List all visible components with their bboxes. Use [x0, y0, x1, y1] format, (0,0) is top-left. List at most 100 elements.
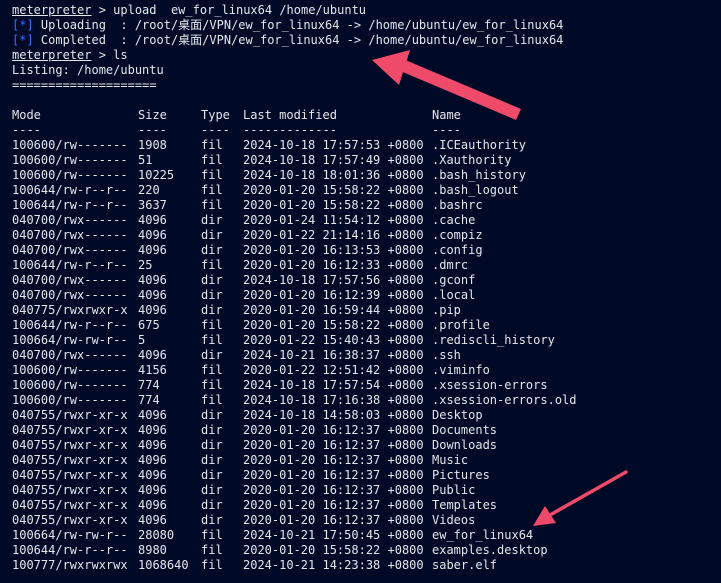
cell-modified: 2020-01-20 16:13:53 +0800 [243, 243, 424, 257]
table-row: 040755/rwxr-xr-x 4096 dir 2020-01-20 16:12:… [12, 453, 717, 468]
cell-type: fil [201, 558, 223, 572]
cell-size: 4096 [138, 243, 167, 257]
cell-mode: 040755/rwxr-xr-x [12, 498, 128, 512]
cell-size: 4096 [138, 228, 167, 242]
header-mode: Mode [12, 108, 41, 122]
listing-title: Listing: /home/ubuntu [12, 63, 164, 77]
cell-size: 1068640 [138, 558, 189, 572]
cell-modified: 2020-01-20 15:58:22 +0800 [243, 198, 424, 212]
cell-type: dir [201, 483, 223, 497]
cell-modified: 2020-01-20 15:58:22 +0800 [243, 543, 424, 557]
cell-type: fil [201, 363, 223, 377]
cell-mode: 040775/rwxrwxr-x [12, 303, 128, 317]
cell-mode: 100600/rw------- [12, 378, 128, 392]
table-row: 040775/rwxrwxr-x 4096 dir 2020-01-20 16:59:… [12, 303, 717, 318]
cell-type: fil [201, 183, 223, 197]
cell-type: fil [201, 258, 223, 272]
dashes-type: ---- [201, 123, 230, 137]
cell-mode: 100644/rw-r--r-- [12, 318, 128, 332]
cell-modified: 2024-10-21 16:38:37 +0800 [243, 348, 424, 362]
cell-mode: 100644/rw-r--r-- [12, 258, 128, 272]
cell-modified: 2020-01-20 16:12:37 +0800 [243, 498, 424, 512]
cell-size: 25 [138, 258, 153, 272]
cell-size: 5 [138, 333, 146, 347]
ls-command-line: meterpreter > ls [12, 48, 717, 63]
cell-size: 4096 [138, 423, 167, 437]
cell-type: dir [201, 513, 223, 527]
cell-mode: 100644/rw-r--r-- [12, 183, 128, 197]
cell-mode: 040700/rwx------ [12, 243, 128, 257]
table-row: 040700/rwx------ 4096 dir 2020-01-20 16:13:… [12, 243, 717, 258]
table-row: 040755/rwxr-xr-x 4096 dir 2020-01-20 16:12:… [12, 438, 717, 453]
cell-mode: 100664/rw-rw-r-- [12, 333, 128, 347]
cell-size: 4096 [138, 513, 167, 527]
table-row: 100644/rw-r--r-- 25 fil 2020-01-20 16:12:33… [12, 258, 717, 273]
info-tag: [*] [12, 18, 34, 32]
cell-type: dir [201, 498, 223, 512]
cell-modified: 2024-10-18 17:57:56 +0800 [243, 273, 424, 287]
cell-name: .gconf [432, 273, 476, 287]
dashes-mode: ---- [12, 123, 41, 137]
command-text: > upload ew_for_linux64 /home/ubuntu [91, 3, 367, 17]
cell-type: dir [201, 453, 223, 467]
table-row: 100664/rw-rw-r-- 5 fil 2020-01-22 15:40:43 … [12, 333, 717, 348]
table-row: 100600/rw------- 4156 fil 2020-01-22 12:51:… [12, 363, 717, 378]
prompt: meterpreter [12, 3, 92, 17]
cell-mode: 040700/rwx------ [12, 288, 128, 302]
cell-type: dir [201, 348, 223, 362]
terminal-output[interactable]: meterpreter > upload ew_for_linux64 /hom… [12, 3, 717, 573]
cell-size: 4156 [138, 363, 167, 377]
cell-size: 675 [138, 318, 160, 332]
cell-modified: 2020-01-20 16:12:37 +0800 [243, 423, 424, 437]
cell-modified: 2020-01-20 15:58:22 +0800 [243, 183, 424, 197]
cell-modified: 2020-01-22 15:40:43 +0800 [243, 333, 424, 347]
cell-name: .viminfo [432, 363, 490, 377]
cell-modified: 2020-01-20 16:12:33 +0800 [243, 258, 424, 272]
table-row: 100664/rw-rw-r-- 28080 fil 2024-10-21 17:50… [12, 528, 717, 543]
table-row: 100600/rw------- 774 fil 2024-10-18 17:16:3… [12, 393, 717, 408]
cell-name: Pictures [432, 468, 490, 482]
cell-name: .dmrc [432, 258, 469, 272]
cell-mode: 040700/rwx------ [12, 348, 128, 362]
cell-size: 4096 [138, 453, 167, 467]
cell-name: ew_for_linux64 [432, 528, 534, 542]
cell-modified: 2020-01-20 16:12:39 +0800 [243, 288, 424, 302]
cell-size: 51 [138, 153, 153, 167]
cell-name: .xsession-errors [432, 378, 548, 392]
cell-size: 4096 [138, 273, 167, 287]
cell-size: 4096 [138, 408, 167, 422]
cell-name: .bash_history [432, 168, 526, 182]
table-row: 040755/rwxr-xr-x 4096 dir 2020-01-20 16:12:… [12, 498, 717, 513]
header-underline: ---- ---- ---- ------------- ---- [12, 123, 717, 138]
cell-type: dir [201, 423, 223, 437]
cell-name: Downloads [432, 438, 498, 452]
table-row: 100600/rw------- 1908 fil 2024-10-18 17:57:… [12, 138, 717, 153]
cell-mode: 100600/rw------- [12, 363, 128, 377]
table-row: 100600/rw------- 51 fil 2024-10-18 17:57:49… [12, 153, 717, 168]
cell-type: fil [201, 378, 223, 392]
cell-name: .xsession-errors.old [432, 393, 577, 407]
cell-name: examples.desktop [432, 543, 548, 557]
cell-mode: 040755/rwxr-xr-x [12, 453, 128, 467]
prompt: meterpreter [12, 48, 92, 62]
cell-mode: 100600/rw------- [12, 153, 128, 167]
cell-type: fil [201, 543, 223, 557]
file-listing: 100600/rw------- 1908 fil 2024-10-18 17:57:… [12, 138, 717, 573]
cell-modified: 2024-10-18 17:57:49 +0800 [243, 153, 424, 167]
table-header: Mode Size Type Last modified Name [12, 108, 717, 123]
cell-mode: 040700/rwx------ [12, 273, 128, 287]
uploading-status-line: [*] Uploading : /root/桌面/VPN/ew_for_linu… [12, 18, 717, 33]
cell-mode: 040755/rwxr-xr-x [12, 483, 128, 497]
cell-name: saber.elf [432, 558, 498, 572]
cell-modified: 2020-01-20 16:12:37 +0800 [243, 468, 424, 482]
cell-size: 3637 [138, 198, 167, 212]
cell-size: 4096 [138, 213, 167, 227]
cell-name: .ssh [432, 348, 461, 362]
cell-modified: 2024-10-18 17:16:38 +0800 [243, 393, 424, 407]
table-row: 040700/rwx------ 4096 dir 2020-01-22 21:14:… [12, 228, 717, 243]
cell-size: 4096 [138, 303, 167, 317]
cell-name: .local [432, 288, 476, 302]
table-row: 100600/rw------- 774 fil 2024-10-18 17:57:5… [12, 378, 717, 393]
cell-type: fil [201, 198, 223, 212]
